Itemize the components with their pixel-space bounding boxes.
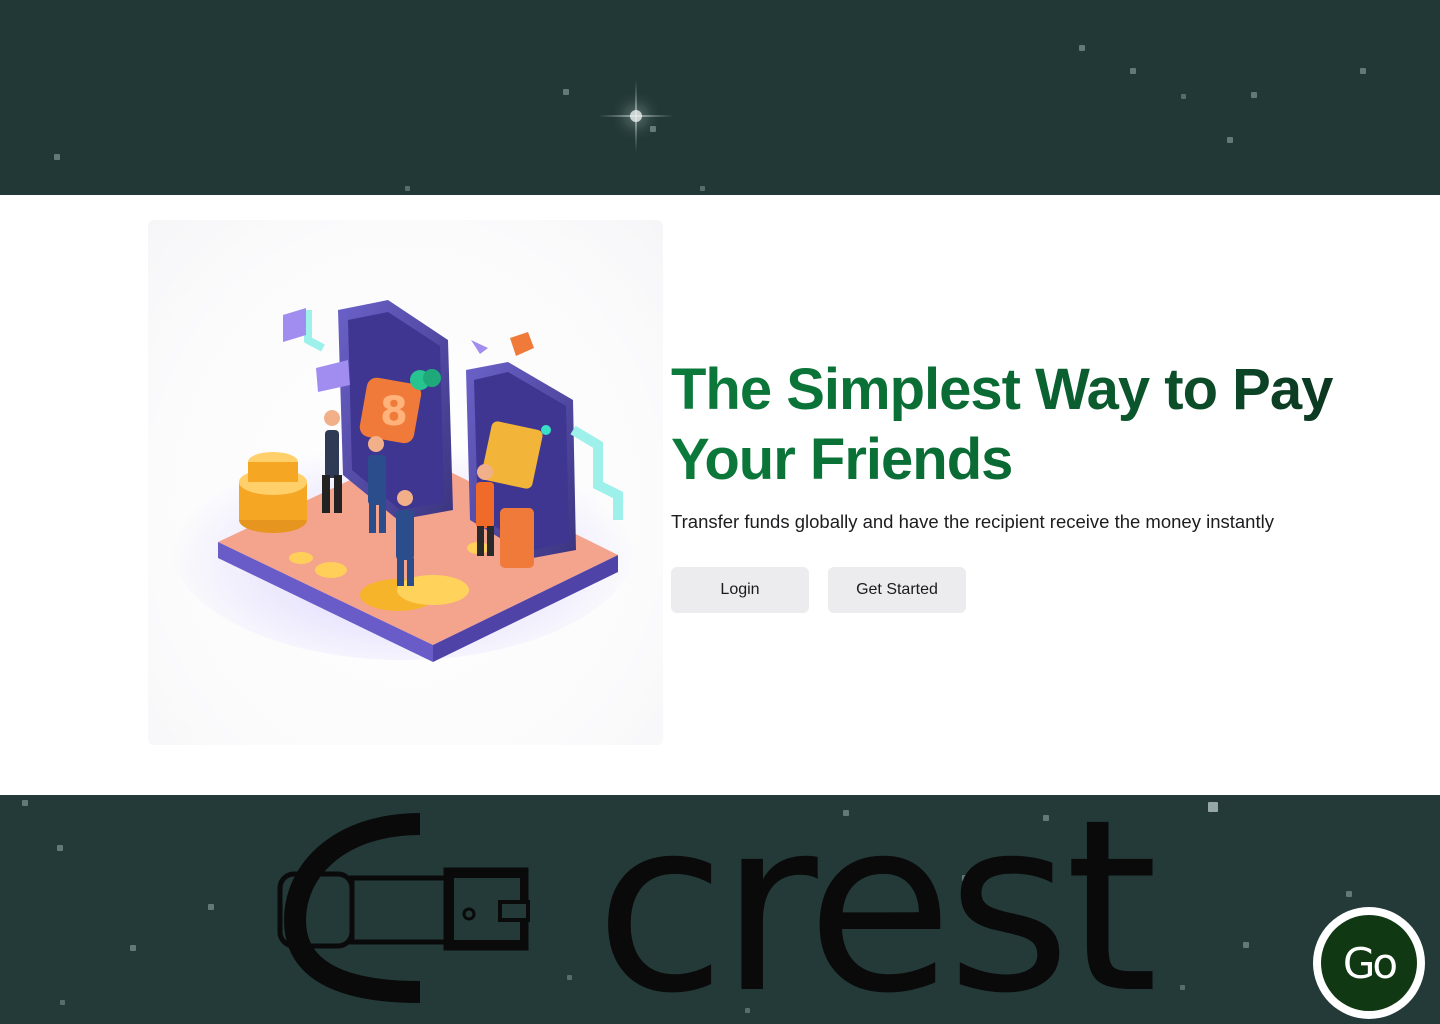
go-badge[interactable]: Go	[1313, 907, 1425, 1019]
get-started-button[interactable]: Get Started	[828, 567, 966, 613]
headline-line-1: The Simplest Way to Pay	[671, 357, 1333, 422]
payment-illustration: 8	[148, 220, 663, 745]
headline-line-2: Your Friends	[671, 427, 1013, 492]
hero-headline: The Simplest Way to Pay Your Friends	[671, 355, 1391, 495]
login-button[interactable]: Login	[671, 567, 809, 613]
brand-wordmark: crest	[595, 769, 1158, 1024]
starfield-top	[0, 0, 1440, 195]
page: 8 The Simplest Way to Pay Your Friends T…	[0, 0, 1440, 1024]
go-badge-label: Go	[1342, 938, 1398, 988]
svg-text:8: 8	[380, 389, 408, 435]
hero-subtitle: Transfer funds globally and have the rec…	[671, 511, 1274, 532]
go-badge-inner: Go	[1321, 915, 1417, 1011]
